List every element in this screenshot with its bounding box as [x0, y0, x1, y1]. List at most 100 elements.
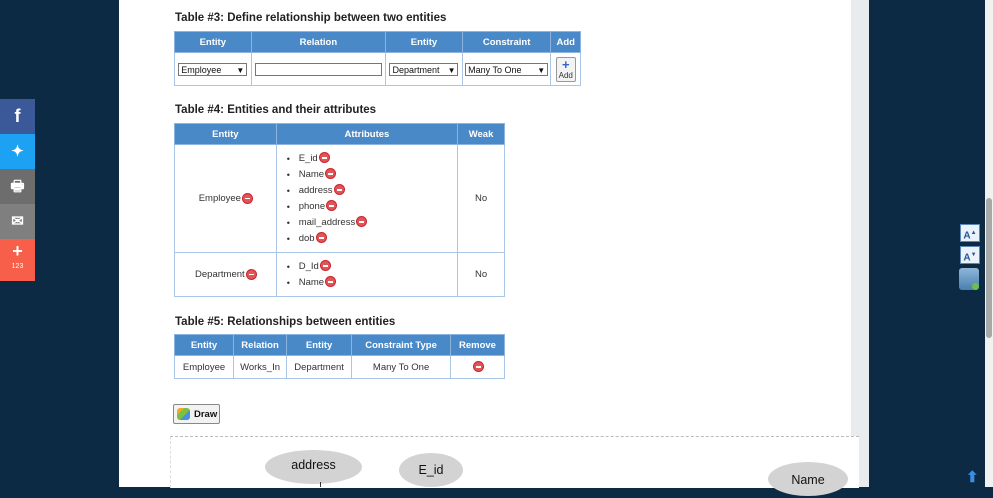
attribute-name: Name — [298, 168, 325, 180]
font-decrease-icon: A — [963, 252, 971, 264]
table3: Entity Relation Entity Constraint Add Em… — [174, 31, 581, 86]
table3-header-add: Add — [550, 31, 581, 53]
remove-attribute-icon[interactable] — [319, 153, 329, 163]
entity-cell: Employee — [174, 144, 277, 253]
weak-cell: No — [457, 252, 505, 297]
print-icon: 🖶 — [10, 178, 25, 195]
email-share-button[interactable]: ✉ — [0, 204, 35, 239]
table3-cell-relation — [250, 52, 387, 86]
scroll-to-top-icon[interactable]: ⬆ — [966, 468, 979, 486]
entity1-cell: Employee — [173, 355, 235, 379]
remove-cell — [449, 355, 506, 379]
remove-relationship-icon[interactable] — [473, 362, 483, 372]
font-increase-icon: A — [963, 230, 971, 242]
table3-header-constraint: Constraint — [461, 31, 552, 53]
constraint-select-value: Many To One — [468, 64, 522, 75]
relation-cell: Works_In — [233, 355, 288, 379]
table3-cell-add: + Add — [550, 52, 581, 86]
table3-cell-entity2: Department ▼ — [385, 52, 463, 86]
constraint-cell: Many To One — [351, 355, 451, 379]
relation-input[interactable] — [254, 62, 382, 76]
constraint-select[interactable]: Many To One ▼ — [465, 62, 549, 76]
diagram-connector-line — [320, 482, 321, 487]
remove-attribute-icon[interactable] — [357, 217, 367, 227]
entity2-select[interactable]: Department ▼ — [389, 62, 459, 76]
print-button[interactable]: 🖶 — [0, 169, 35, 204]
palette-icon — [177, 408, 190, 420]
attribute-node-address: address — [265, 450, 362, 484]
chevron-down-icon: ▼ — [447, 65, 456, 75]
entity1-select[interactable]: Employee ▼ — [178, 62, 248, 76]
more-share-button[interactable]: + 123 — [0, 239, 35, 281]
table5-header-entity2: Entity — [286, 334, 353, 356]
table3-caption: Table #3: Define relationship between tw… — [175, 12, 447, 24]
attribute-name: dob — [298, 232, 315, 244]
table-row: Employee Works_In Department Many To One — [173, 355, 506, 379]
table-row: Department D_Id Name No — [174, 252, 505, 297]
attribute-name: mail_address — [298, 216, 356, 228]
attribute-name: Name — [298, 276, 325, 288]
table3-cell-constraint: Many To One ▼ — [461, 52, 552, 86]
remove-attribute-icon[interactable] — [327, 201, 337, 211]
list-item: Name — [277, 275, 457, 291]
plus-icon: + — [561, 56, 570, 72]
table4-header-attributes: Attributes — [275, 123, 459, 145]
attribute-name: phone — [298, 200, 326, 212]
chevron-down-icon: ▼ — [236, 65, 245, 75]
increase-font-button[interactable]: A▲ — [960, 224, 980, 242]
table5-caption: Table #5: Relationships between entities — [175, 316, 396, 328]
remove-attribute-icon[interactable] — [316, 233, 326, 243]
remove-entity-icon[interactable] — [242, 193, 252, 203]
folder-status-icon — [972, 283, 979, 290]
list-item: dob — [277, 231, 457, 247]
add-button-label: Add — [558, 70, 573, 80]
weak-cell: No — [457, 144, 505, 253]
table3-header-entity: Entity — [174, 31, 252, 53]
table4-header-weak: Weak — [457, 123, 505, 145]
table4: Entity Attributes Weak Employee E_id Nam… — [174, 123, 505, 297]
facebook-share-button[interactable]: f — [0, 99, 35, 134]
list-item: E_id — [277, 151, 457, 167]
table5-header-remove: Remove — [449, 334, 506, 356]
table5-header-entity: Entity — [173, 334, 235, 356]
attribute-list: E_id Name address phone mail_address dob — [277, 151, 457, 247]
attributes-cell: E_id Name address phone mail_address dob — [275, 144, 459, 253]
draw-button[interactable]: Draw — [173, 404, 220, 424]
table3-cell-entity1: Employee ▼ — [174, 52, 252, 86]
list-item: phone — [277, 199, 457, 215]
chevron-down-icon: ▼ — [537, 65, 546, 75]
table3-header-relation: Relation — [250, 31, 387, 53]
attribute-name: D_Id — [298, 260, 319, 272]
remove-attribute-icon[interactable] — [320, 261, 330, 271]
attribute-name: E_id — [298, 152, 318, 164]
bookmark-folder-button[interactable] — [959, 268, 979, 290]
add-relationship-button[interactable]: + Add — [555, 56, 576, 82]
attribute-node-name: Name — [768, 462, 848, 496]
email-icon: ✉ — [11, 213, 24, 230]
remove-attribute-icon[interactable] — [334, 185, 344, 195]
twitter-icon: ✦ — [11, 143, 24, 160]
attribute-name: address — [298, 184, 333, 196]
decrease-font-button[interactable]: A▼ — [960, 246, 980, 264]
entity-cell: Department — [174, 252, 277, 297]
table4-caption: Table #4: Entities and their attributes — [175, 104, 377, 116]
entity-name: Department — [195, 269, 245, 280]
list-item: Name — [277, 167, 457, 183]
remove-entity-icon[interactable] — [246, 269, 256, 279]
list-item: address — [277, 183, 457, 199]
facebook-icon: f — [14, 106, 21, 126]
twitter-share-button[interactable]: ✦ — [0, 134, 35, 169]
table4-header-entity: Entity — [174, 123, 277, 145]
table5-header-constraint-type: Constraint Type — [351, 334, 451, 356]
table3-header-entity2: Entity — [385, 31, 463, 53]
list-item: mail_address — [277, 215, 457, 231]
table-row: Employee E_id Name address phone mail_ad… — [174, 144, 505, 253]
share-count: 123 — [11, 263, 24, 270]
entity-name: Employee — [198, 193, 241, 204]
page-margin — [851, 0, 869, 487]
remove-attribute-icon[interactable] — [326, 169, 336, 179]
scrollbar-thumb[interactable] — [986, 198, 992, 338]
table5-header-relation: Relation — [233, 334, 288, 356]
remove-attribute-icon[interactable] — [326, 277, 336, 287]
share-more-icon: + — [12, 241, 23, 261]
